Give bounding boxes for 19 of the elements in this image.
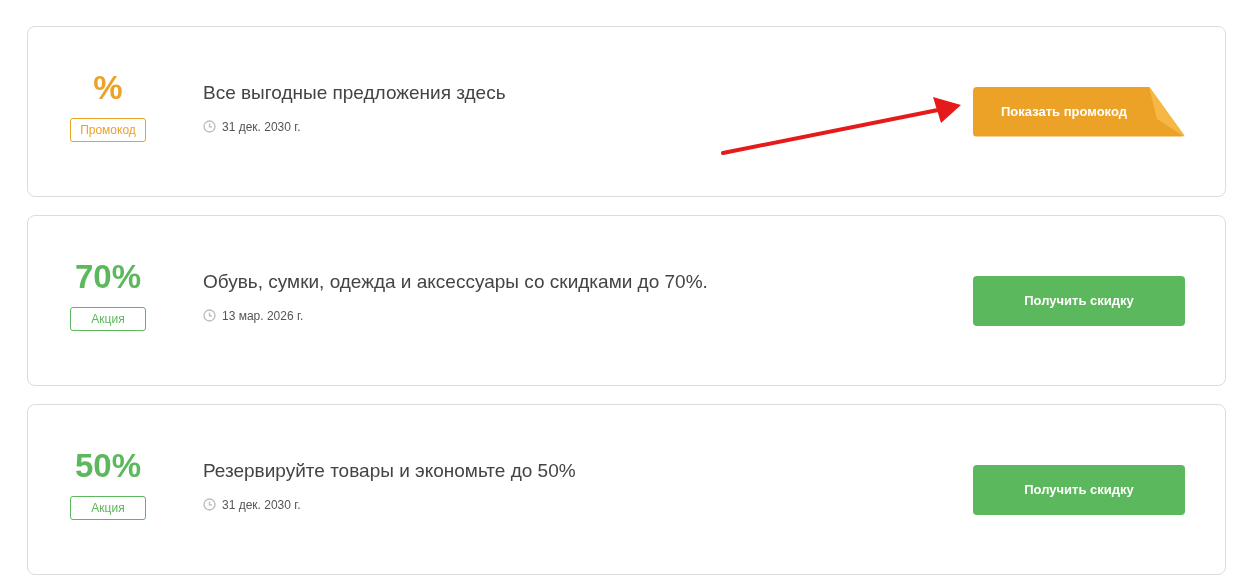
discount-value: 50% [74, 449, 142, 482]
expiry-date: 31 дек. 2030 г. [222, 119, 301, 134]
clock-icon [203, 498, 216, 512]
offer-title: Резервируйте товары и экономьте до 50% [203, 459, 577, 484]
expiry-date: 31 дек. 2030 г. [222, 497, 301, 512]
offer-title: Обувь, сумки, одежда и аксессуары со скидками до 70%. [203, 270, 709, 295]
offer-type-label: Акция [70, 307, 146, 331]
offer-title: Все выгодные предложения здесь [203, 81, 507, 106]
discount-value: % [93, 71, 123, 104]
clock-icon [203, 120, 216, 134]
clock-icon [203, 309, 216, 323]
get-discount-button[interactable]: Получить скидку [973, 464, 1185, 515]
folded-corner-icon [1149, 86, 1185, 137]
get-discount-button[interactable]: Получить скидку [973, 275, 1185, 326]
offer-type-label: Промокод [70, 118, 146, 142]
offer-type-label: Акция [70, 496, 146, 520]
show-promo-code-button[interactable]: Показать промокод [973, 86, 1185, 137]
discount-value: 70% [74, 260, 142, 293]
expiry-date: 13 мар. 2026 г. [222, 308, 304, 323]
